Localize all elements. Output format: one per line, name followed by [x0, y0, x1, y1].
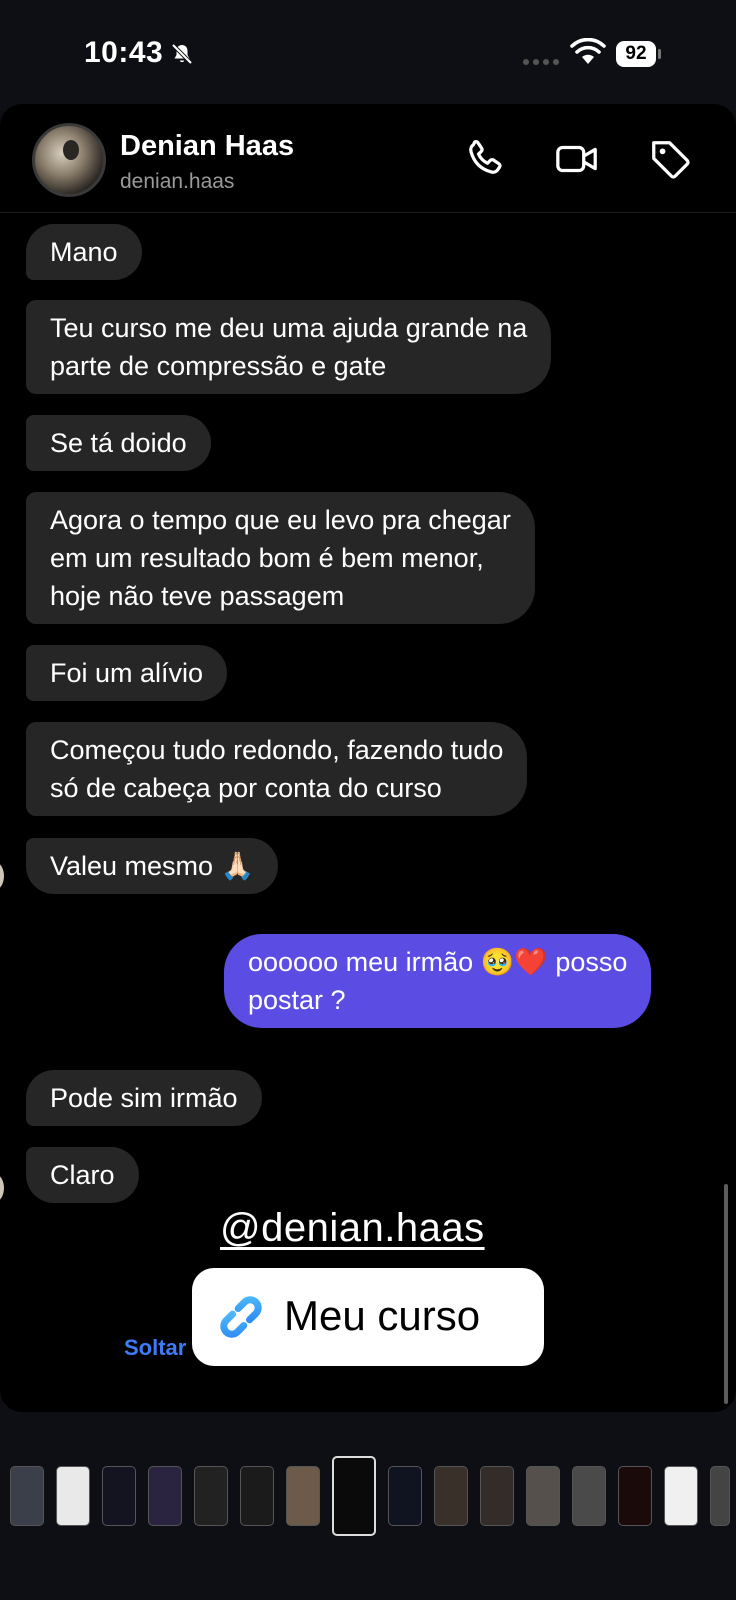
thumbnail[interactable]	[434, 1466, 468, 1526]
tag-icon[interactable]	[648, 136, 694, 182]
message-bubble-incoming[interactable]: Se tá doido	[26, 415, 211, 471]
thumbnail[interactable]	[240, 1466, 274, 1526]
thumbnail[interactable]	[194, 1466, 228, 1526]
link-icon	[220, 1296, 262, 1338]
chat-header: Denian Haas denian.haas	[0, 104, 736, 213]
message-bubble-incoming[interactable]: Claro	[26, 1147, 139, 1203]
link-sticker-label: Meu curso	[284, 1292, 481, 1339]
status-time: 10:43	[84, 36, 164, 69]
scrollbar[interactable]	[724, 1184, 728, 1404]
thumbnail[interactable]	[286, 1466, 320, 1526]
battery-icon: 92	[616, 41, 661, 67]
sender-avatar	[0, 1174, 4, 1202]
thumbnail[interactable]	[618, 1466, 652, 1526]
thumbnail[interactable]	[102, 1466, 136, 1526]
bell-slash-icon	[171, 43, 193, 65]
link-sticker[interactable]: Meu curso	[192, 1268, 544, 1366]
thumbnail[interactable]	[526, 1466, 560, 1526]
message-bubble-outgoing[interactable]: oooooo meu irmão 🥹❤️ posso postar ?	[224, 934, 652, 1028]
message-text-line: Começou tudo redondo, fazendo tudo	[50, 735, 504, 765]
message-bubble-incoming[interactable]: Valeu mesmo 🙏🏻	[26, 838, 279, 894]
contact-username[interactable]: denian.haas	[120, 170, 234, 194]
thumbnail-selected[interactable]	[332, 1456, 376, 1536]
thumbnail[interactable]	[148, 1466, 182, 1526]
cellular-signal-icon	[523, 59, 559, 65]
thumbnail[interactable]	[10, 1466, 44, 1526]
message-text-line: Valeu mesmo 🙏🏻	[50, 851, 255, 881]
thumbnail[interactable]	[480, 1466, 514, 1526]
sender-avatar	[0, 862, 4, 890]
message-bubble-incoming[interactable]: Teu curso me deu uma ajuda grande na par…	[26, 300, 552, 394]
message-text-line: postar ?	[248, 985, 346, 1015]
video-camera-icon[interactable]	[554, 136, 600, 182]
message-bubble-incoming[interactable]: Agora o tempo que eu levo pra chegar em …	[26, 492, 535, 624]
message-bubble-incoming[interactable]: Mano	[26, 224, 142, 280]
message-bubble-incoming[interactable]: Foi um alívio	[26, 645, 228, 701]
message-text-line: só de cabeça por conta do curso	[50, 773, 442, 803]
mention-sticker[interactable]: @denian.haas	[220, 1206, 485, 1251]
message-text-line: oooooo meu irmão 🥹❤️ posso	[248, 947, 628, 977]
phone-icon[interactable]	[462, 136, 508, 182]
message-bubble-incoming[interactable]: Pode sim irmão	[26, 1070, 262, 1126]
message-bubble-incoming[interactable]: Começou tudo redondo, fazendo tudo só de…	[26, 722, 528, 816]
thumbnail[interactable]	[56, 1466, 90, 1526]
message-text-line: hoje não teve passagem	[50, 581, 345, 611]
thumbnail[interactable]	[572, 1466, 606, 1526]
wifi-icon	[570, 38, 606, 64]
message-text-line: parte de compressão e gate	[50, 351, 387, 381]
battery-level: 92	[616, 41, 656, 67]
thumbnail-strip	[0, 1456, 736, 1540]
thumbnail[interactable]	[664, 1466, 698, 1526]
message-text-line: Pode sim irmão	[50, 1083, 238, 1113]
message-text-line: Agora o tempo que eu levo pra chegar	[50, 505, 511, 535]
release-hint: Soltar	[124, 1335, 187, 1360]
message-text-line: em um resultado bom é bem menor,	[50, 543, 484, 573]
chat-thread: Denian Haas denian.haas Mano Teu curso m…	[0, 104, 736, 1412]
thumbnail[interactable]	[388, 1466, 422, 1526]
message-text-line: Mano	[50, 237, 118, 267]
status-bar: 10:43 92	[0, 0, 736, 100]
avatar[interactable]	[32, 123, 106, 197]
message-text-line: Se tá doido	[50, 428, 187, 458]
message-text-line: Claro	[50, 1160, 115, 1190]
message-text-line: Teu curso me deu uma ajuda grande na	[50, 313, 528, 343]
message-text-line: Foi um alívio	[50, 658, 204, 688]
thumbnail[interactable]	[710, 1466, 730, 1526]
contact-name[interactable]: Denian Haas	[120, 130, 294, 163]
